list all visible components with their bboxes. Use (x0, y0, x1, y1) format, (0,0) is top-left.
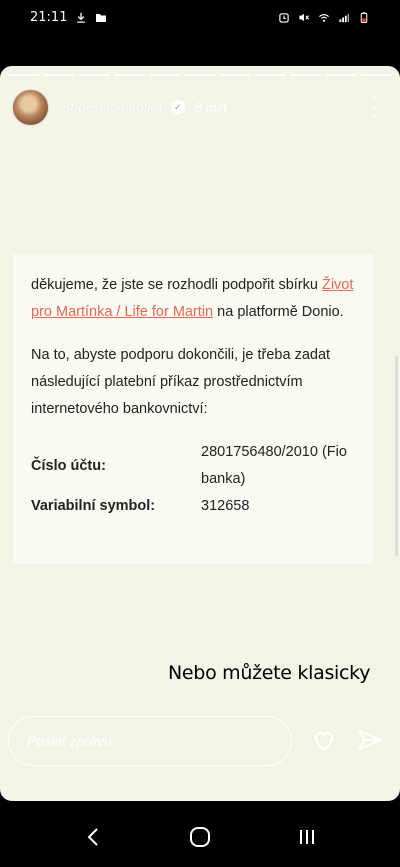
recents-icon (299, 829, 314, 844)
back-icon (87, 827, 99, 846)
battery-icon (360, 11, 368, 23)
story-time: 8 min. (194, 99, 231, 115)
progress-segment (113, 74, 146, 76)
send-icon[interactable] (356, 726, 384, 754)
story-header: stibrovicnikolka ✓ 8 min. (12, 88, 388, 126)
heart-icon[interactable] (310, 726, 338, 754)
alarm-icon (279, 12, 289, 23)
back-button[interactable] (78, 822, 108, 852)
status-time: 21:11 (30, 9, 68, 25)
username[interactable]: stibrovicnikolka (63, 99, 163, 115)
donation-email-screenshot: děkujeme, že jste se rozhodli podpořit s… (13, 254, 373, 564)
system-nav-bar (0, 806, 400, 867)
email-instructions: Na to, abyste podporu dokončili, je třeb… (31, 347, 331, 417)
verified-icon: ✓ (170, 100, 185, 114)
story-card[interactable]: stibrovicnikolka ✓ 8 min. děkujeme, že j… (0, 66, 400, 801)
payment-details: Číslo účtu: 2801756480/2010 (Fio banka) … (31, 439, 355, 520)
status-bar: 21:11 (0, 0, 400, 34)
wifi-icon (319, 13, 329, 22)
mute-icon (299, 13, 310, 21)
progress-segment (149, 74, 181, 76)
recents-button[interactable] (292, 822, 322, 852)
progress-segment (8, 74, 40, 76)
variable-symbol-label: Variabilní symbol: (31, 498, 156, 514)
message-input[interactable]: Poslat zprávu (8, 716, 292, 766)
progress-segment (290, 74, 322, 76)
story-progress (8, 74, 392, 77)
avatar[interactable] (12, 88, 49, 126)
email-intro: děkujeme, že jste se rozhodli podpořit s… (31, 277, 354, 320)
account-label: Číslo účtu: (31, 457, 106, 474)
folder-icon (96, 13, 107, 22)
progress-segment (219, 74, 251, 76)
account-value: 2801756480/2010 (Fio banka) (201, 444, 347, 487)
home-button[interactable] (185, 822, 215, 852)
signal-icon (339, 13, 350, 22)
home-icon (189, 826, 210, 847)
progress-segment (325, 74, 357, 76)
progress-segment (360, 74, 392, 76)
progress-segment (43, 74, 75, 76)
progress-segment (254, 74, 287, 76)
more-options-icon[interactable] (366, 96, 382, 118)
progress-segment (78, 74, 110, 76)
progress-segment (184, 74, 216, 76)
story-caption: Nebo můžete klasicky (168, 662, 371, 684)
scrollbar (395, 356, 398, 556)
message-placeholder: Poslat zprávu (27, 733, 112, 749)
download-icon (77, 12, 86, 23)
variable-symbol-value: 312658 (201, 498, 250, 514)
